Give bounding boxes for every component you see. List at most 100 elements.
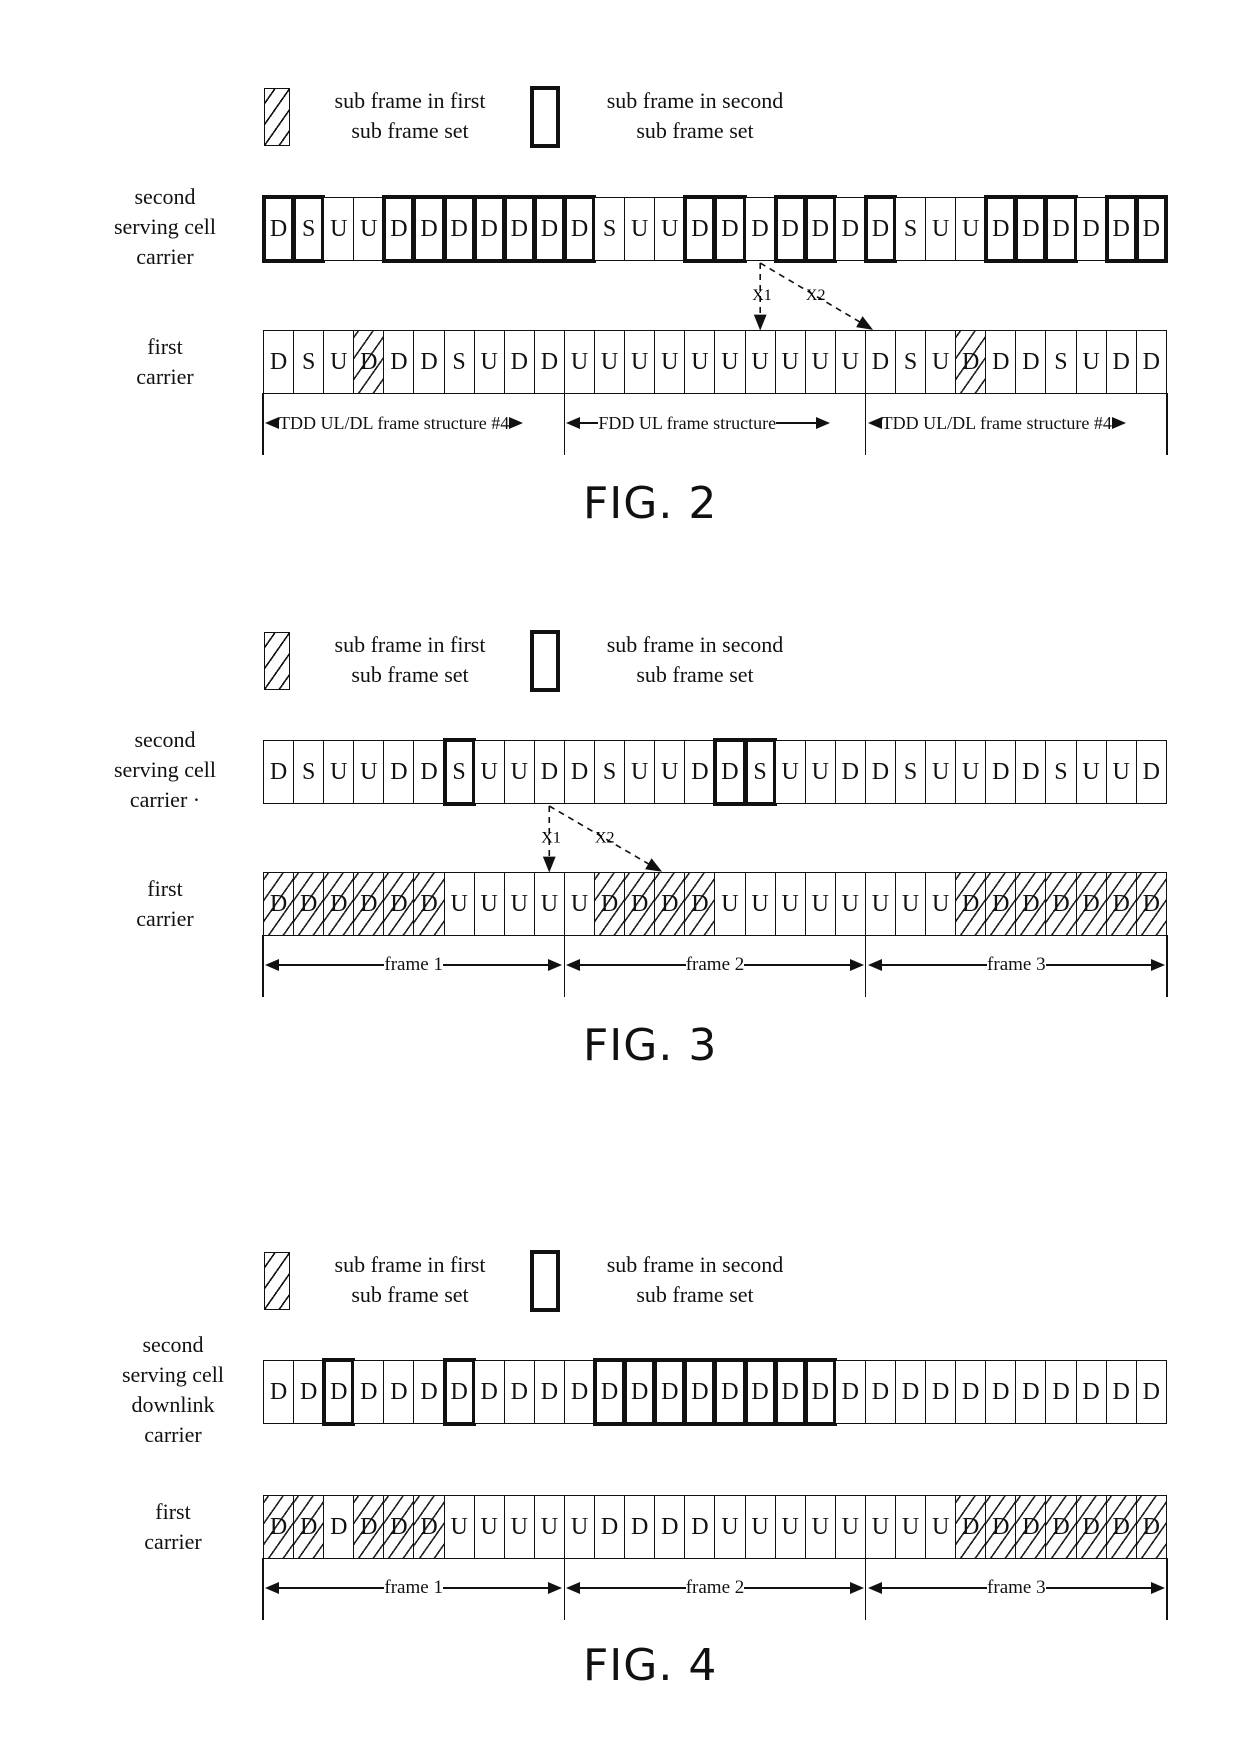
subframe-type: D [811, 1378, 829, 1405]
subframe-type: D [751, 1378, 769, 1405]
subframe-type: U [931, 1513, 950, 1540]
subframe-type: U [480, 348, 498, 375]
subframe-type: D [420, 758, 438, 785]
subframe-type: U [962, 758, 980, 785]
subframe-type: D [1022, 758, 1040, 785]
legend-second-set-text: sub frame in second sub frame set [580, 1250, 810, 1310]
frame-boundary-line [1166, 1558, 1168, 1620]
subframe-type: D [1022, 1513, 1040, 1540]
subframe-type: D [420, 1378, 438, 1405]
subframe-type: U [1082, 348, 1100, 375]
subframe-cell-second-set: D [803, 1358, 837, 1426]
subframe-cell: U [504, 1496, 535, 1558]
subframe-cell-first-set: D [1046, 1496, 1077, 1558]
subframe-type: D [1022, 348, 1040, 375]
subframe-cell-second-set: D [773, 1358, 807, 1426]
subframe-cell-first-set: D [986, 1496, 1017, 1558]
subframe-type: D [631, 1378, 649, 1405]
subframe-type: D [480, 215, 498, 242]
subframe-type: D [1142, 1378, 1160, 1405]
subframe-type: D [299, 1378, 318, 1405]
subframe-type: U [901, 890, 920, 917]
subframe-cell: D [956, 1361, 987, 1423]
subframe-type: S [602, 758, 617, 785]
subframe-type: U [871, 890, 890, 917]
frame-span-text: frame 2 [685, 1577, 745, 1598]
subframe-type: U [480, 890, 498, 917]
span-line [1045, 1587, 1151, 1589]
subframe-cell-first-set: D [384, 1496, 415, 1558]
subframe-type: D [330, 1378, 348, 1405]
second-serving-cell-label-line: second [142, 1332, 204, 1357]
subframe-cell: U [745, 1496, 776, 1558]
subframe-cell: D [685, 1496, 716, 1558]
subframe-type: D [962, 348, 980, 375]
subframe-type: U [330, 215, 348, 242]
subframe-cell: D [1106, 1361, 1137, 1423]
subframe-type: D [390, 1513, 408, 1540]
subframe-type: U [360, 215, 378, 242]
subframe-cell: D [1136, 1361, 1167, 1423]
frame-span-label: frame 3 [867, 1576, 1165, 1600]
subframe-type: D [781, 1378, 799, 1405]
subframe-type: S [301, 348, 316, 375]
subframe-type: U [631, 348, 649, 375]
subframe-type: U [931, 758, 950, 785]
second-serving-cell-carrier-row: DDDDDDDDDDDDDDDDDDDDDDDDDDDDDD [263, 1358, 1167, 1426]
subframe-type: D [600, 890, 619, 917]
second-serving-cell-label-line: downlink [131, 1392, 215, 1417]
subframe-type: U [841, 348, 859, 375]
first-carrier-row: DDDDDDUUUUUDDDDUUUUUUUUDDDDDDD [263, 1495, 1167, 1559]
subframe-type: D [1082, 215, 1100, 242]
subframe-type: U [600, 348, 619, 375]
subframe-cell: D [564, 1361, 596, 1423]
subframe-type: D [1142, 348, 1160, 375]
legend-first-set-line2: sub frame set [351, 1282, 469, 1307]
subframe-type: U [721, 348, 739, 375]
subframe-type: D [751, 215, 769, 242]
subframe-type: D [1052, 1513, 1070, 1540]
subframe-cell: U [805, 1496, 836, 1558]
arrow-label-x2: X2 [595, 830, 615, 847]
subframe-type: D [691, 890, 709, 917]
subframe-cell-first-set: D [263, 1496, 295, 1558]
subframe-cell: U [564, 1496, 596, 1558]
subframe-type: S [602, 215, 617, 242]
subframe-cell-second-set: D [322, 1358, 356, 1426]
subframe-type: U [510, 1513, 528, 1540]
frame-span-label: frame 1 [265, 1576, 563, 1600]
subframe-type: D [992, 215, 1010, 242]
frame-boundary-line [864, 1558, 867, 1620]
subframe-cell: D [655, 1496, 686, 1558]
first-carrier-label: first carrier [103, 1497, 243, 1557]
subframe-type: D [269, 1513, 288, 1540]
second-serving-cell-label: second serving cell downlink carrier [103, 1330, 243, 1450]
arrowhead-right-icon [849, 1582, 864, 1594]
arrowhead-left-icon [867, 1582, 882, 1594]
subframe-cell: D [835, 1361, 866, 1423]
subframe-type: D [299, 1513, 318, 1540]
subframe-type: U [570, 890, 589, 917]
subframe-type: U [931, 348, 950, 375]
subframe-cell-first-set: D [1106, 1496, 1137, 1558]
subframe-type: D [1112, 215, 1130, 242]
frame-span-text: frame 1 [384, 1577, 443, 1598]
subframe-cell-first-set: D [354, 1496, 385, 1558]
subframe-type: D [1112, 348, 1130, 375]
subframe-type: D [420, 1513, 438, 1540]
subframe-type: D [360, 1513, 378, 1540]
subframe-type: D [871, 215, 890, 242]
subframe-type: U [751, 890, 769, 917]
first-carrier-label-line: first [155, 1499, 191, 1524]
subframe-type: S [301, 215, 316, 242]
subframe-type: U [811, 890, 829, 917]
subframe-type: U [931, 890, 950, 917]
subframe-cell-first-set: D [956, 1496, 987, 1558]
subframe-type: S [903, 215, 918, 242]
subframe-type: D [570, 1378, 589, 1405]
subframe-type: D [631, 1513, 649, 1540]
subframe-cell: D [895, 1361, 927, 1423]
subframe-type: D [841, 215, 859, 242]
subframe-type: D [992, 348, 1010, 375]
subframe-type: D [420, 348, 438, 375]
